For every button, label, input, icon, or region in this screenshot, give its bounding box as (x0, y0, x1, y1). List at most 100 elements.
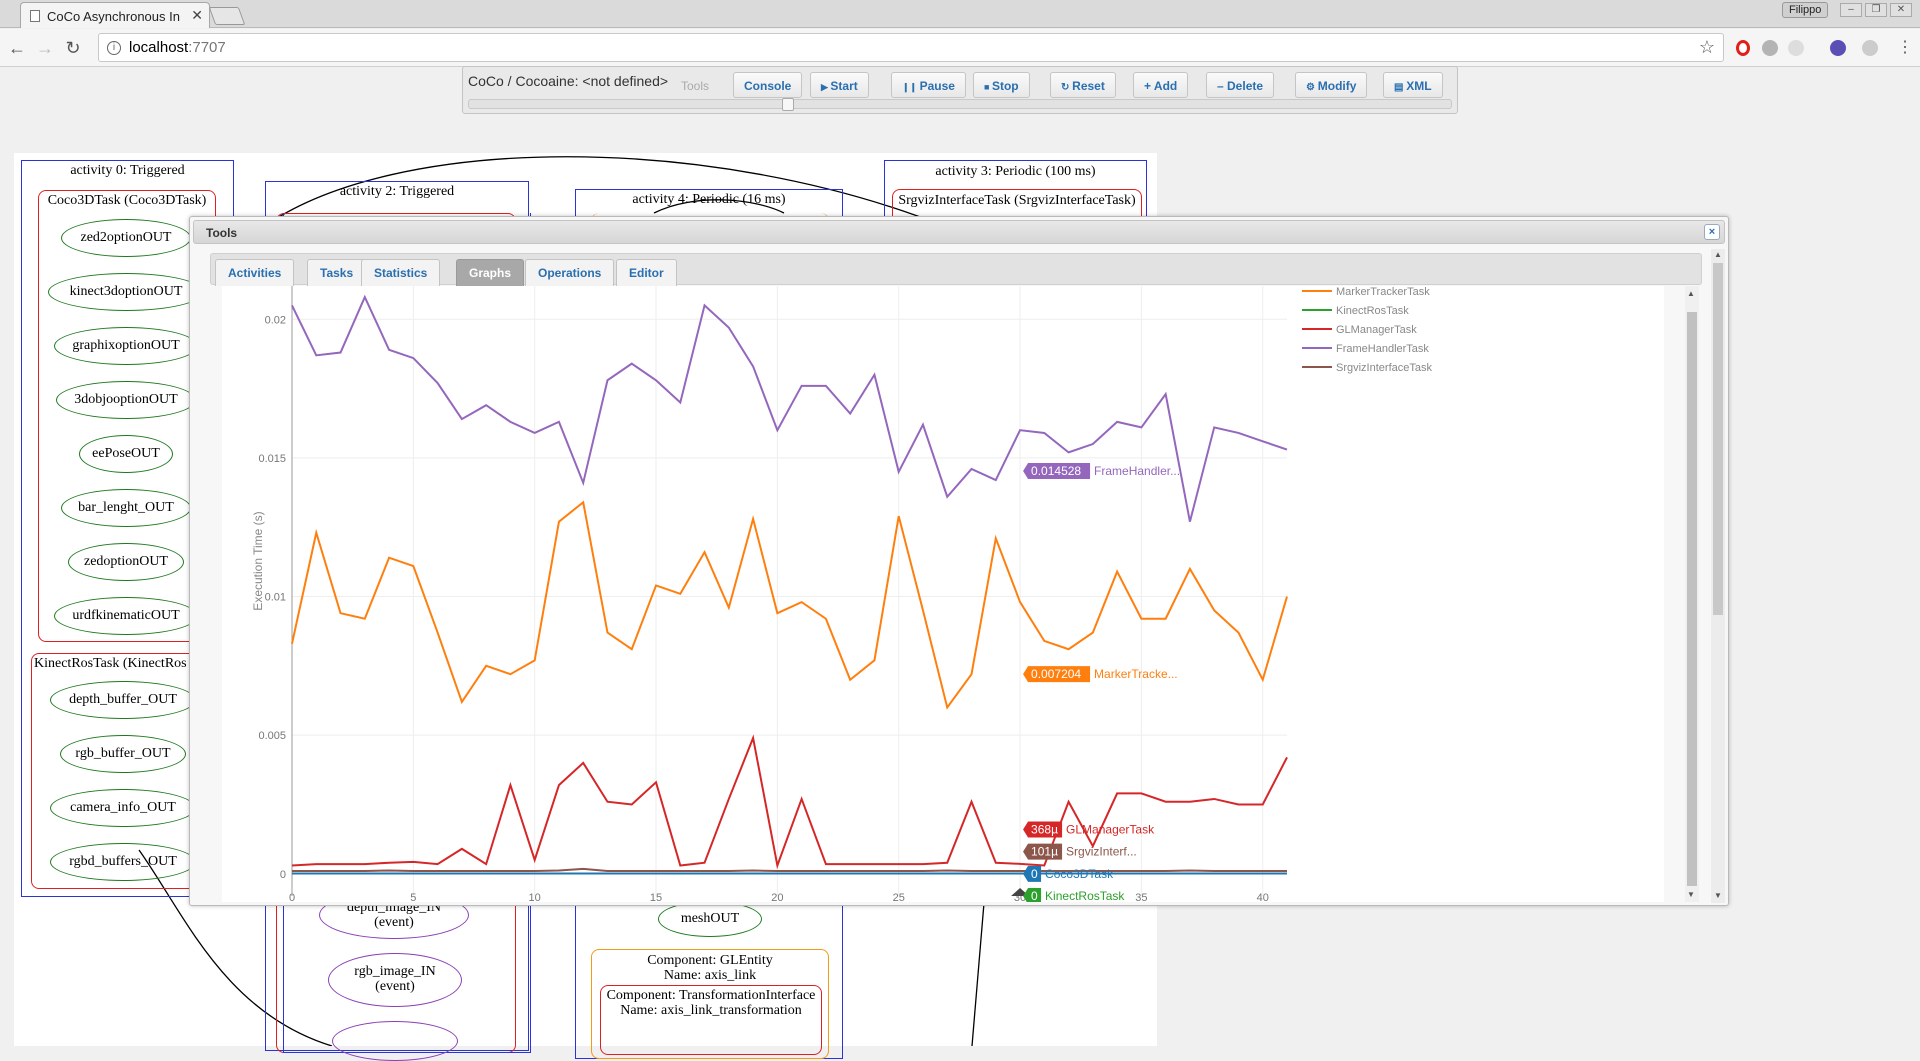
profile-button[interactable]: Filippo (1782, 2, 1829, 18)
add-button[interactable]: + Add (1133, 72, 1189, 98)
activity-4-label: activity 4: Periodic (16 ms) (632, 192, 786, 207)
info-icon[interactable]: i (107, 41, 121, 55)
execution-time-chart[interactable]: 0 5 10 15 20 25 30 35 4000.0050.010.0150.02Execu… (222, 286, 1664, 902)
x-tick-label: 15 (650, 892, 662, 902)
menu-icon[interactable]: ⋮ (1892, 35, 1918, 61)
browser-toolbar: ← → ↻ i localhost:7707 ☆ ⋮ (0, 29, 1920, 67)
dialog-scroll-down-icon[interactable]: ▼ (1714, 891, 1722, 900)
sync-icon[interactable] (1862, 40, 1878, 56)
tab-tasks[interactable]: Tasks (307, 259, 367, 286)
close-tab-icon[interactable]: ✕ (191, 7, 203, 24)
panel-scrollbar[interactable]: ▲ ▼ (1685, 286, 1699, 902)
tab-activities[interactable]: Activities (215, 259, 295, 286)
stop-button[interactable]: ■ Stop (973, 72, 1030, 98)
delete-label: Delete (1227, 79, 1264, 93)
back-icon[interactable]: ← (4, 35, 30, 61)
port-node[interactable]: rgb_buffer_OUT (60, 735, 186, 773)
x-tick-label: 5 (410, 892, 416, 902)
document-icon: ▤ (1394, 82, 1407, 93)
port-node[interactable]: zedoptionOUT (68, 543, 184, 581)
opera-icon[interactable] (1736, 40, 1750, 56)
slider-handle[interactable] (782, 98, 794, 111)
play-icon: ▶ (821, 82, 831, 92)
stop-icon: ■ (984, 82, 992, 92)
port-node[interactable]: kinect3doptionOUT (48, 273, 204, 311)
tab-graphs[interactable]: Graphs (456, 259, 525, 286)
start-button[interactable]: ▶ Start (810, 72, 869, 98)
bookmark-star-icon[interactable]: ☆ (1699, 37, 1715, 58)
xml-label: XML (1406, 79, 1432, 93)
console-button[interactable]: Console (733, 72, 803, 98)
modify-button[interactable]: ⚙ Modify (1295, 72, 1368, 98)
hover-series-name: FrameHandler... (1094, 464, 1180, 478)
port-node[interactable]: urdfkinematicOUT (54, 597, 198, 635)
y-tick-label: 0.005 (258, 730, 286, 742)
port-node[interactable]: rgbd_buffers_OUT (50, 843, 196, 881)
port-node[interactable]: graphixoptionOUT (54, 327, 198, 365)
panel-scroll-thumb[interactable] (1687, 312, 1697, 886)
url-host: localhost (129, 39, 189, 56)
stop-label: Stop (991, 79, 1019, 93)
close-window-icon[interactable]: ✕ (1890, 3, 1912, 17)
x-tick-label: 40 (1257, 892, 1269, 902)
hover-series-name: SrgvizInterf... (1066, 845, 1137, 859)
port-node-partial[interactable] (332, 1021, 458, 1061)
dialog-tabs: Activities Tasks Statistics Graphs Opera… (210, 253, 1702, 286)
scroll-down-icon[interactable]: ▼ (1687, 890, 1695, 899)
port-node[interactable]: eePoseOUT (79, 435, 173, 473)
port-node[interactable]: zed2optionOUT (61, 219, 191, 257)
hover-value: 0.007204 (1031, 667, 1081, 681)
legend-entry: SrgvizInterfaceTask (1336, 362, 1432, 374)
browser-tabstrip: CoCo Asynchronous In ✕ Filippo – ❐ ✕ (0, 0, 1920, 28)
minimize-icon[interactable]: – (1840, 3, 1862, 17)
pause-icon: ❙❙ (902, 82, 920, 92)
hover-value: 101µ (1031, 845, 1058, 859)
hover-value: 0 (1031, 867, 1038, 881)
timeline-slider[interactable] (468, 98, 1452, 111)
restore-icon[interactable]: ❐ (1865, 3, 1887, 17)
activity-0-label: activity 0: Triggered (70, 163, 185, 178)
tools-button[interactable]: Tools (670, 72, 720, 98)
x-tick-label: 10 (529, 892, 541, 902)
port-node[interactable]: camera_info_OUT (50, 789, 196, 827)
dropbox-icon[interactable] (1762, 40, 1778, 56)
browser-tab[interactable]: CoCo Asynchronous In ✕ (20, 2, 210, 28)
pause-button[interactable]: ❙❙ Pause (891, 72, 966, 98)
reload-icon[interactable]: ↻ (60, 35, 86, 61)
tab-statistics[interactable]: Statistics (361, 259, 441, 286)
url-port: :7707 (188, 39, 226, 56)
translate-icon[interactable] (1788, 40, 1804, 56)
x-tick-label: 25 (893, 892, 905, 902)
extension-icon[interactable] (1830, 40, 1846, 56)
dialog-titlebar[interactable]: Tools × (193, 220, 1725, 244)
dialog-scroll-thumb[interactable] (1713, 263, 1723, 615)
scroll-up-icon[interactable]: ▲ (1687, 289, 1695, 298)
gear-icon: ⚙ (1306, 82, 1318, 93)
tab-editor[interactable]: Editor (616, 259, 677, 286)
reset-button[interactable]: ↻ Reset (1050, 72, 1116, 98)
y-tick-label: 0.02 (265, 314, 286, 326)
new-tab-button[interactable] (208, 7, 246, 25)
port-node[interactable]: depth_buffer_OUT (50, 681, 196, 719)
gl-entity-name: Name: axis_link (663, 968, 757, 983)
dialog-scroll-up-icon[interactable]: ▲ (1714, 250, 1722, 259)
address-bar[interactable]: i localhost:7707 ☆ (98, 33, 1724, 62)
rgb-image-in-event: (event) (375, 979, 415, 994)
modify-label: Modify (1317, 79, 1357, 93)
legend-entry: FrameHandlerTask (1336, 343, 1429, 355)
kinect-task-label: KinectRosTask (KinectRos (34, 656, 187, 671)
close-icon[interactable]: × (1704, 224, 1720, 240)
legend-entry: GLManagerTask (1336, 324, 1417, 336)
rgb-image-in-node[interactable]: rgb_image_IN (event) (328, 953, 462, 1007)
dialog-scrollbar[interactable]: ▲ ▼ (1711, 249, 1725, 903)
reset-label: Reset (1072, 79, 1105, 93)
forward-icon[interactable]: → (32, 35, 58, 61)
xml-button[interactable]: ▤ XML (1383, 72, 1443, 98)
tab-operations[interactable]: Operations (525, 259, 615, 286)
delete-button[interactable]: – Delete (1206, 72, 1275, 98)
mesh-out-node[interactable]: meshOUT (658, 901, 762, 937)
hover-series-name: GLManagerTask (1066, 822, 1155, 836)
port-node[interactable]: bar_lenght_OUT (61, 489, 191, 527)
port-node[interactable]: 3dobjooptionOUT (56, 381, 196, 419)
legend-entry: KinectRosTask (1336, 305, 1409, 317)
